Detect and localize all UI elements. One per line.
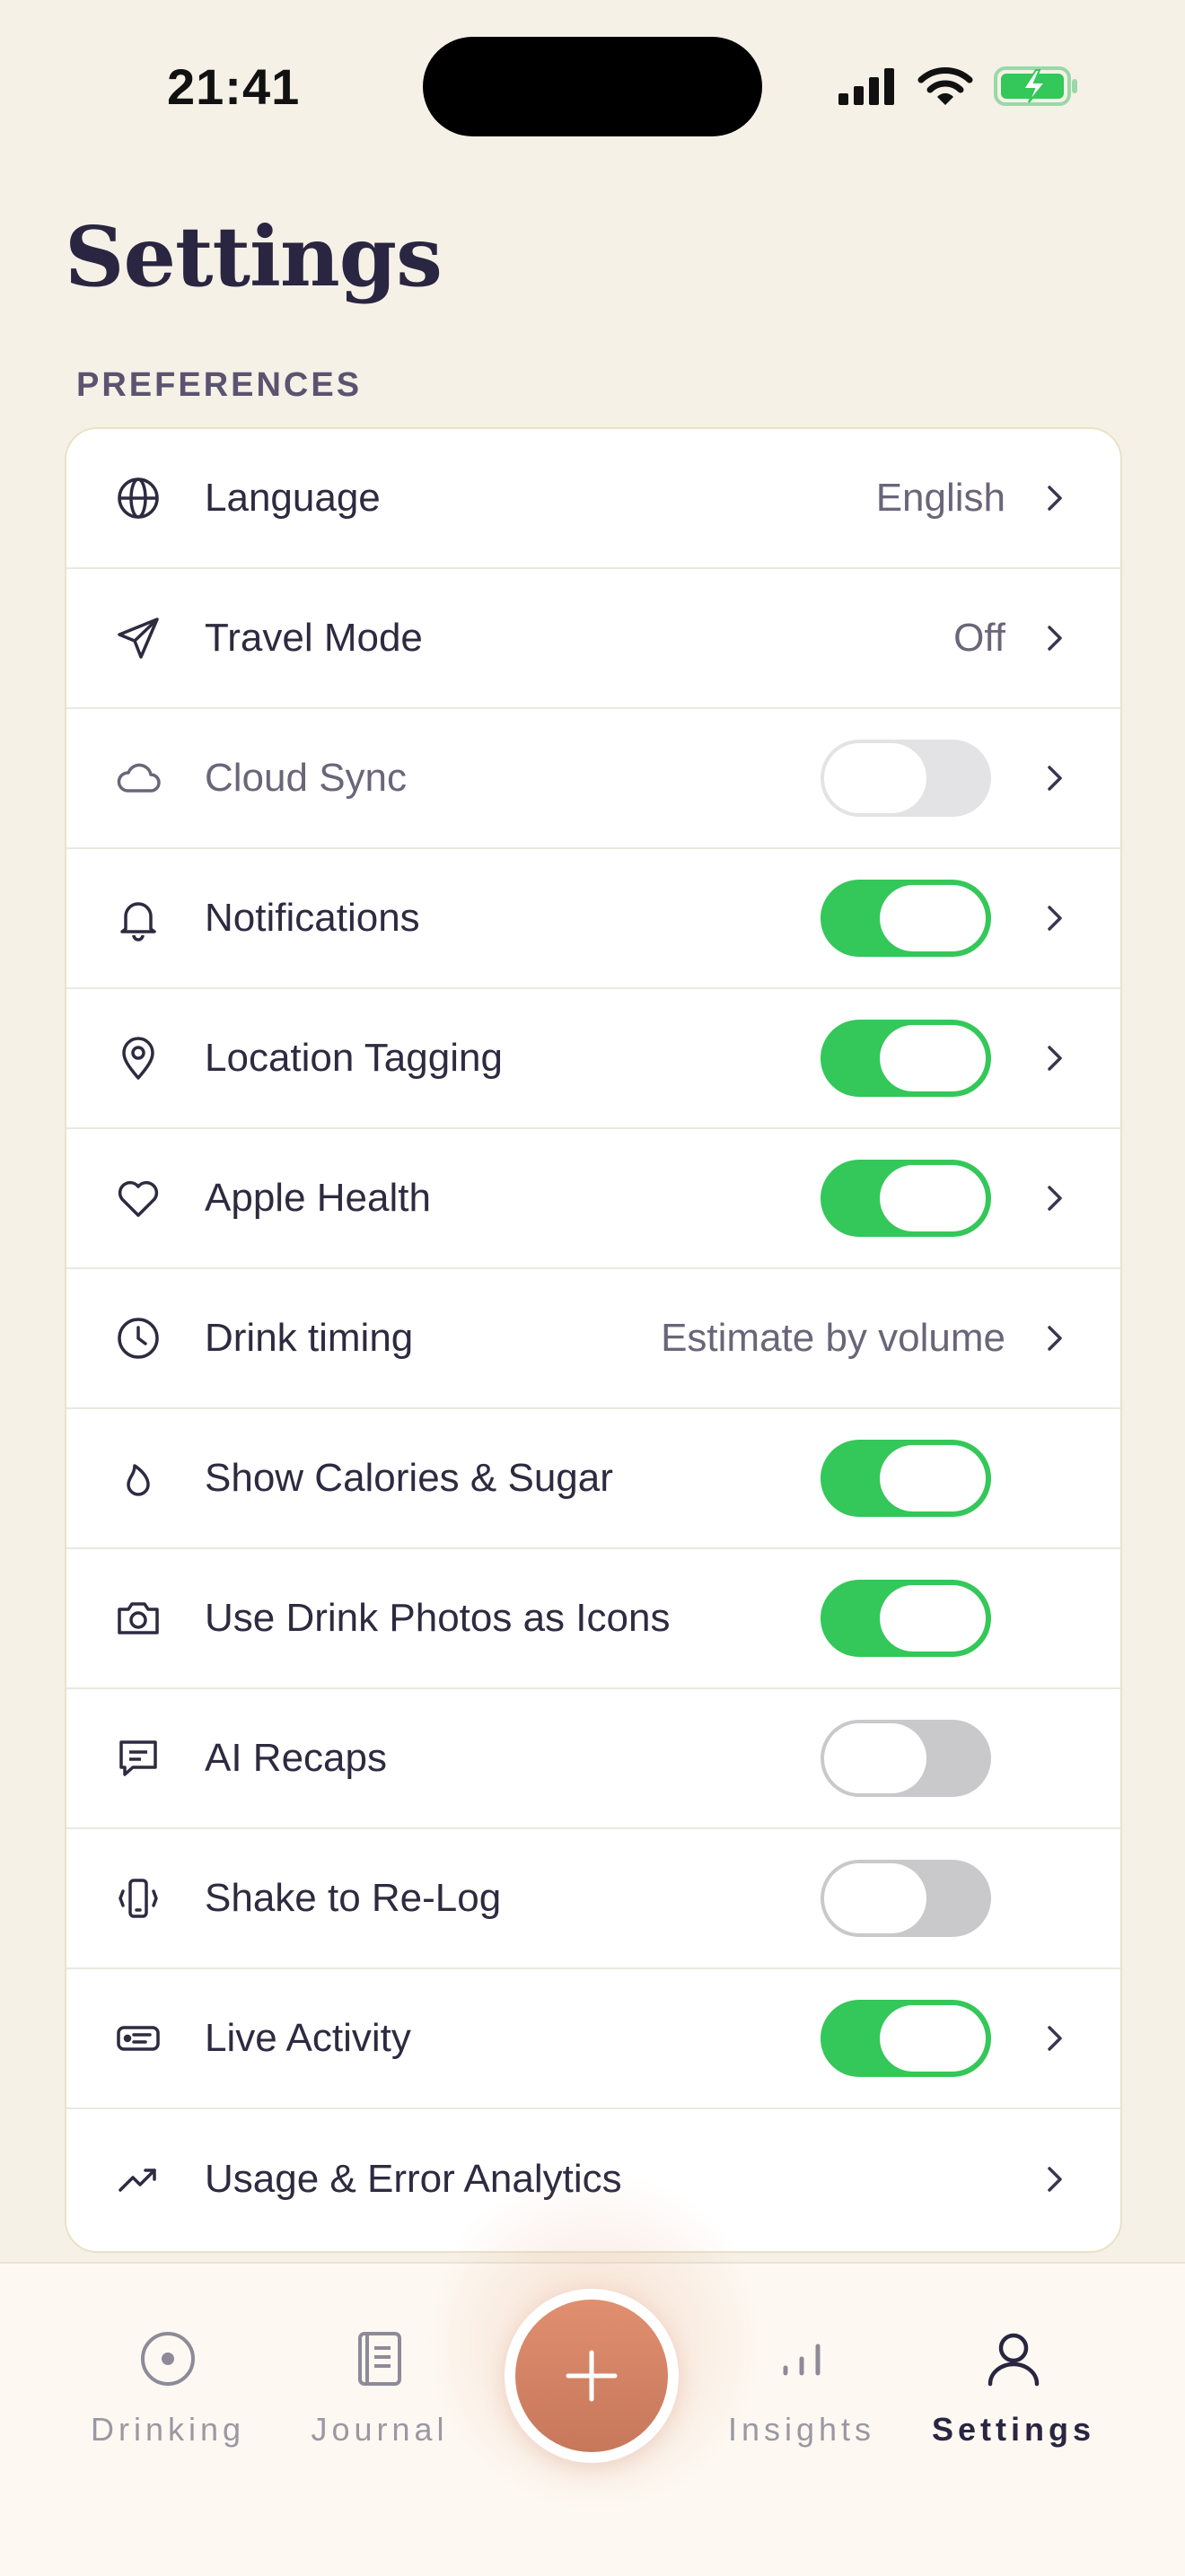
row-label: Cloud Sync	[205, 756, 408, 800]
row-label: Use Drink Photos as Icons	[205, 1596, 671, 1640]
tab-drinking[interactable]: Drinking	[78, 2326, 258, 2449]
tab-label: Insights	[727, 2411, 876, 2448]
row-travel-mode[interactable]: Travel Mode Off	[66, 569, 1120, 709]
status-icons	[837, 65, 1079, 108]
drink-photos-toggle[interactable]	[821, 1580, 991, 1657]
row-shake-to-relog[interactable]: Shake to Re-Log	[66, 1829, 1120, 1969]
tab-label: Drinking	[90, 2411, 246, 2448]
apple-health-toggle[interactable]	[821, 1160, 991, 1237]
tab-bar: Drinking Journal Insights Settings	[0, 2156, 1185, 2576]
row-apple-health[interactable]: Apple Health	[66, 1129, 1120, 1269]
row-label: Travel Mode	[205, 616, 423, 660]
row-value: English	[875, 476, 1005, 520]
row-label: Apple Health	[205, 1176, 431, 1220]
bars-icon	[783, 2344, 821, 2376]
cloud-icon	[115, 755, 162, 802]
tab-journal[interactable]: Journal	[290, 2326, 470, 2449]
heart-icon	[115, 1175, 162, 1222]
camera-icon	[115, 1595, 162, 1642]
chevron-right-icon	[1041, 1045, 1068, 1072]
cellular-signal-icon	[838, 68, 894, 105]
add-drink-button[interactable]	[505, 2289, 679, 2463]
page-title: Settings	[65, 208, 443, 305]
row-show-calories-sugar[interactable]: Show Calories & Sugar	[66, 1409, 1120, 1549]
chevron-right-icon	[1041, 485, 1068, 512]
section-header-preferences: PREFERENCES	[76, 366, 363, 404]
paper-plane-icon	[115, 615, 162, 662]
phone-shake-icon	[115, 1875, 162, 1922]
row-label: Shake to Re-Log	[205, 1876, 502, 1920]
chevron-right-icon	[1041, 1185, 1068, 1212]
bell-icon	[115, 895, 162, 942]
target-icon	[141, 2332, 195, 2386]
wifi-icon	[917, 67, 973, 105]
battery-charging-icon	[994, 66, 1077, 106]
journal-icon	[358, 2332, 401, 2386]
row-label: Show Calories & Sugar	[205, 1456, 613, 1500]
show-calories-sugar-toggle[interactable]	[821, 1440, 991, 1517]
row-drink-timing[interactable]: Drink timing Estimate by volume	[66, 1269, 1120, 1409]
tab-label: Settings	[931, 2411, 1095, 2448]
row-location-tagging[interactable]: Location Tagging	[66, 989, 1120, 1129]
chevron-right-icon	[1041, 2025, 1068, 2052]
ai-recaps-toggle[interactable]	[821, 1720, 991, 1797]
live-activity-icon	[115, 2015, 162, 2062]
row-label: AI Recaps	[205, 1736, 387, 1780]
row-value: Estimate by volume	[661, 1316, 1005, 1360]
chevron-right-icon	[1041, 625, 1068, 652]
row-value: Off	[953, 616, 1005, 660]
trend-up-icon	[115, 2156, 162, 2203]
shake-to-relog-toggle[interactable]	[821, 1860, 991, 1937]
chevron-right-icon	[1041, 2166, 1068, 2193]
row-live-activity[interactable]: Live Activity	[66, 1969, 1120, 2109]
row-label: Language	[205, 476, 381, 520]
row-cloud-sync[interactable]: Cloud Sync	[66, 709, 1120, 849]
chevron-right-icon	[1041, 1325, 1068, 1352]
person-icon	[988, 2333, 1040, 2387]
row-notifications[interactable]: Notifications	[66, 849, 1120, 989]
chat-bubble-icon	[115, 1735, 162, 1782]
location-tagging-toggle[interactable]	[821, 1020, 991, 1097]
notifications-toggle[interactable]	[821, 880, 991, 957]
clock-icon	[115, 1315, 162, 1362]
flame-icon	[115, 1455, 162, 1502]
preferences-card: Language English Travel Mode Off Cloud S…	[65, 427, 1122, 2253]
chevron-right-icon	[1041, 765, 1068, 792]
tab-settings[interactable]: Settings	[924, 2326, 1103, 2449]
row-label: Location Tagging	[205, 1036, 503, 1080]
status-time: 21:41	[167, 58, 301, 115]
row-label: Drink timing	[205, 1316, 414, 1360]
chevron-right-icon	[1041, 905, 1068, 932]
globe-icon	[115, 475, 162, 521]
tab-label: Journal	[311, 2411, 449, 2448]
row-use-drink-photos[interactable]: Use Drink Photos as Icons	[66, 1549, 1120, 1689]
row-label: Live Activity	[205, 2016, 411, 2060]
cloud-sync-toggle[interactable]	[821, 740, 991, 817]
row-language[interactable]: Language English	[66, 429, 1120, 569]
dynamic-island	[423, 37, 762, 136]
row-label: Notifications	[205, 896, 420, 940]
location-pin-icon	[115, 1035, 162, 1082]
row-ai-recaps[interactable]: AI Recaps	[66, 1689, 1120, 1829]
live-activity-toggle[interactable]	[821, 2000, 991, 2077]
tab-insights[interactable]: Insights	[712, 2326, 891, 2449]
plus-icon	[515, 2300, 668, 2452]
